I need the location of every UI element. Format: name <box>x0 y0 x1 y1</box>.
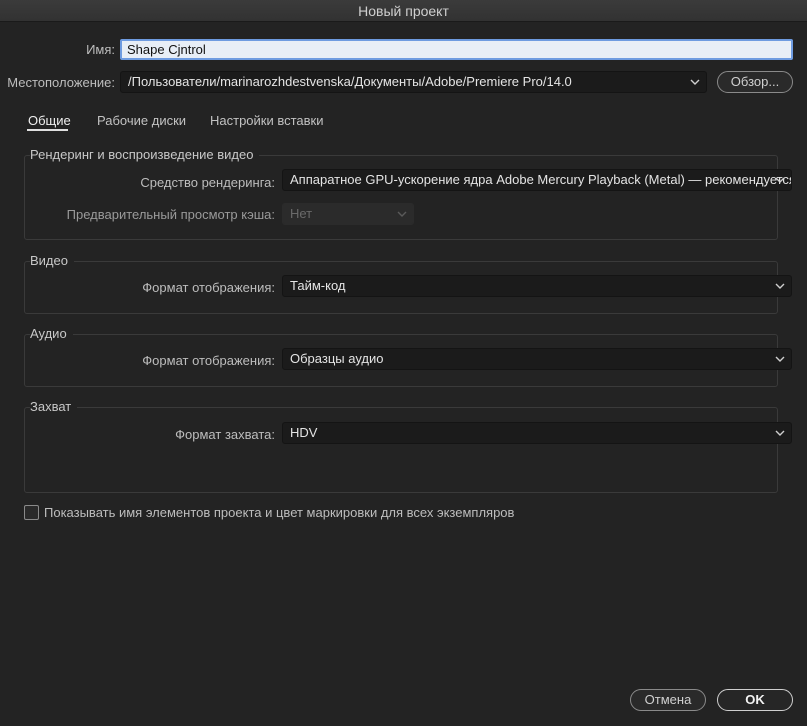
video-display-format-value: Тайм-код <box>290 278 346 293</box>
rendering-group-title: Рендеринг и воспроизведение видео <box>30 147 260 162</box>
name-label: Имя: <box>86 42 115 57</box>
ok-button[interactable]: OK <box>717 689 793 711</box>
audio-display-format-label: Формат отображения: <box>142 353 275 368</box>
audio-display-format-value: Образцы аудио <box>290 351 384 366</box>
capture-format-select[interactable]: HDV <box>282 422 792 444</box>
show-names-checkbox[interactable] <box>24 505 39 520</box>
location-label: Местоположение: <box>7 75 115 90</box>
tab-general[interactable]: Общие <box>28 113 71 128</box>
browse-button[interactable]: Обзор... <box>717 71 793 93</box>
window-title: Новый проект <box>358 3 449 19</box>
renderer-value: Аппаратное GPU-ускорение ядра Adobe Merc… <box>290 172 792 187</box>
rendering-group <box>24 155 778 240</box>
chevron-down-icon <box>775 356 785 362</box>
video-display-format-label: Формат отображения: <box>142 280 275 295</box>
tab-scratch-disks[interactable]: Рабочие диски <box>97 113 186 128</box>
chevron-down-icon <box>775 283 785 289</box>
chevron-down-icon <box>775 177 785 183</box>
capture-group <box>24 407 778 493</box>
capture-format-label: Формат захвата: <box>175 427 275 442</box>
audio-group-title: Аудио <box>30 326 73 341</box>
chevron-down-icon <box>397 211 407 217</box>
window-title-bar: Новый проект <box>0 0 807 22</box>
location-value: /Пользователи/marinarozhdestvenska/Докум… <box>128 74 572 89</box>
cancel-button[interactable]: Отмена <box>630 689 706 711</box>
capture-format-value: HDV <box>290 425 318 440</box>
chevron-down-icon <box>775 430 785 436</box>
location-select[interactable]: /Пользователи/marinarozhdestvenska/Докум… <box>120 71 707 93</box>
cache-preview-label: Предварительный просмотр кэша: <box>66 207 275 222</box>
show-names-label: Показывать имя элементов проекта и цвет … <box>44 505 515 520</box>
renderer-select[interactable]: Аппаратное GPU-ускорение ядра Adobe Merc… <box>282 169 792 191</box>
renderer-label: Средство рендеринга: <box>140 175 275 190</box>
chevron-down-icon <box>690 79 700 85</box>
cache-preview-select: Нет <box>282 203 414 225</box>
project-name-input[interactable]: Shape Cjntrol <box>120 39 793 60</box>
video-display-format-select[interactable]: Тайм-код <box>282 275 792 297</box>
capture-group-title: Захват <box>30 399 78 414</box>
tab-ingest-settings[interactable]: Настройки вставки <box>210 113 324 128</box>
video-group-title: Видео <box>30 253 74 268</box>
cache-preview-value: Нет <box>290 206 313 221</box>
audio-display-format-select[interactable]: Образцы аудио <box>282 348 792 370</box>
active-tab-indicator <box>27 129 68 131</box>
